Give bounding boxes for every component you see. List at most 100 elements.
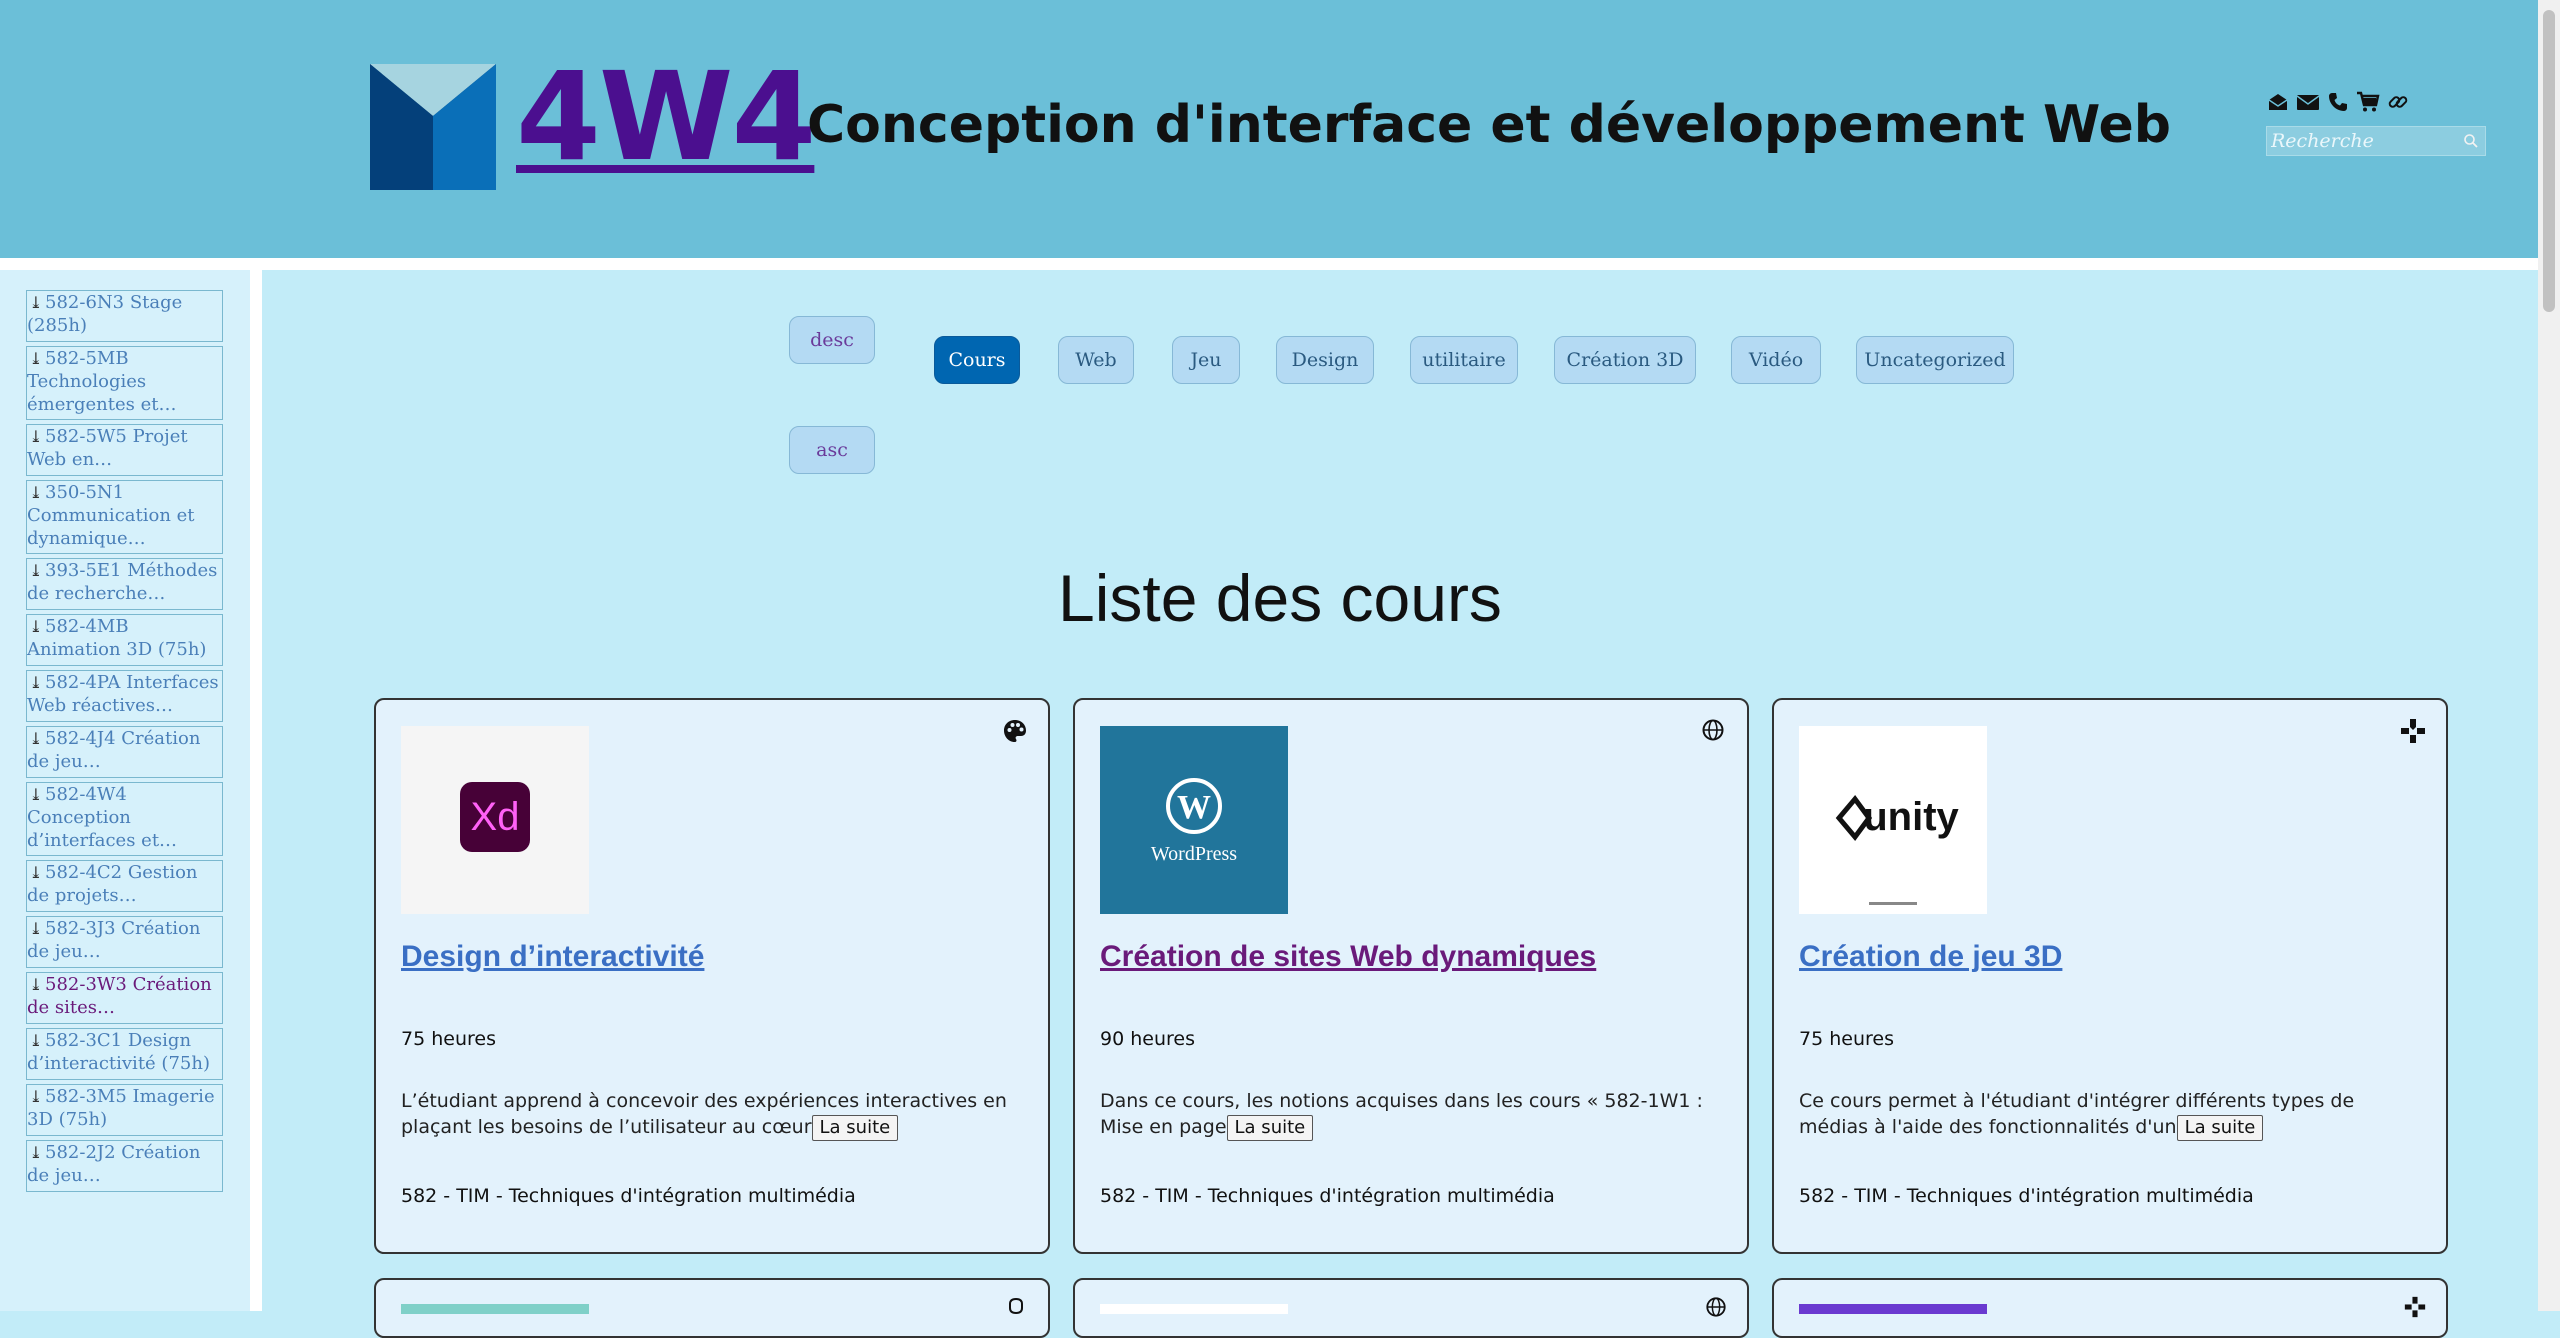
- globe-icon: [1705, 1296, 1727, 1318]
- download-icon: ⤓: [29, 863, 43, 882]
- category-video[interactable]: Vidéo: [1731, 336, 1821, 384]
- site-header: 4W4 Conception d'interface et développem…: [0, 0, 2538, 258]
- link-icon[interactable]: [2386, 90, 2410, 114]
- download-icon: ⤓: [29, 729, 43, 748]
- sidebar-item-label: 582-4C2 Gestion de projets…: [27, 862, 198, 906]
- sidebar-item-350-5n1[interactable]: ⤓ 350-5N1 Communication et dynamique…: [26, 480, 223, 554]
- wordpress-logo: W WordPress: [1100, 726, 1288, 914]
- course-thumbnail: [1799, 1304, 1987, 1314]
- excerpt-text: L’étudiant apprend à concevoir des expér…: [401, 1090, 1007, 1138]
- category-design[interactable]: Design: [1276, 336, 1374, 384]
- download-icon: ⤓: [29, 1143, 43, 1162]
- sidebar-item-582-3j3[interactable]: ⤓ 582-3J3 Création de jeu…: [26, 916, 223, 968]
- course-card: Xd Design d’interactivité 75 heures L’ét…: [374, 698, 1050, 1254]
- logo-mark-icon[interactable]: [370, 64, 496, 190]
- svg-text:W: W: [1177, 789, 1211, 826]
- download-icon: ⤓: [29, 349, 43, 368]
- cart-icon[interactable]: [2356, 90, 2380, 114]
- page-scrollbar[interactable]: [2538, 0, 2560, 1311]
- course-excerpt: Ce cours permet à l'étudiant d'intégrer …: [1799, 1088, 2409, 1141]
- sidebar-item-label: 582-3W3 Création de sites…: [27, 974, 212, 1018]
- sidebar-item-582-4pa[interactable]: ⤓ 582-4PA Interfaces Web réactives…: [26, 670, 223, 722]
- course-title-link[interactable]: Design d’interactivité: [401, 940, 704, 974]
- sidebar-item-582-6n3[interactable]: ⤓ 582-6N3 Stage (285h): [26, 290, 223, 342]
- course-excerpt: L’étudiant apprend à concevoir des expér…: [401, 1088, 1011, 1141]
- download-icon: ⤓: [29, 293, 43, 312]
- site-logo-link[interactable]: 4W4: [516, 52, 816, 182]
- read-more-button[interactable]: La suite: [811, 1114, 899, 1141]
- sidebar-item-label: 582-6N3 Stage (285h): [27, 292, 183, 336]
- category-cours[interactable]: Cours: [934, 336, 1020, 384]
- category-web[interactable]: Web: [1058, 336, 1134, 384]
- course-card-partial: [1073, 1278, 1749, 1338]
- sidebar-item-582-3c1[interactable]: ⤓ 582-3C1 Design d’interactivité (75h): [26, 1028, 223, 1080]
- category-utilitaire[interactable]: utilitaire: [1410, 336, 1518, 384]
- sidebar-item-582-4j4[interactable]: ⤓ 582-4J4 Création de jeu…: [26, 726, 223, 778]
- sidebar-divider: [250, 258, 262, 1311]
- category-creation-3d[interactable]: Création 3D: [1554, 336, 1696, 384]
- sidebar-item-label: 582-4J4 Création de jeu…: [27, 728, 201, 772]
- course-thumbnail: [401, 1304, 589, 1314]
- sidebar-item-582-4c2[interactable]: ⤓ 582-4C2 Gestion de projets…: [26, 860, 223, 912]
- download-icon: ⤓: [29, 483, 43, 502]
- search-box: [2266, 126, 2486, 156]
- sidebar-item-label: 582-3J3 Création de jeu…: [27, 918, 201, 962]
- course-card: unity Création de jeu 3D 75 heures Ce co…: [1772, 698, 2448, 1254]
- sidebar-item-label: 582-3M5 Imagerie 3D (75h): [27, 1086, 215, 1130]
- sidebar-item-label: 582-2J2 Création de jeu…: [27, 1142, 201, 1186]
- gamepad-icon: [2404, 1296, 2426, 1318]
- envelope-icon[interactable]: [2296, 90, 2320, 114]
- course-hours: 90 heures: [1100, 1028, 1195, 1050]
- sidebar-item-label: 582-5W5 Projet Web en…: [27, 426, 188, 470]
- sidebar-item-582-4w4[interactable]: ⤓ 582-4W4 Conception d’interfaces et…: [26, 782, 223, 856]
- wordpress-logo-text: WordPress: [1151, 843, 1237, 865]
- course-program: 582 - TIM - Techniques d'intégration mul…: [401, 1185, 856, 1207]
- download-icon: ⤓: [29, 785, 43, 804]
- header-icon-bar: [2266, 90, 2410, 114]
- download-icon: ⤓: [29, 427, 43, 446]
- search-input[interactable]: [2271, 129, 2451, 153]
- scrollbar-thumb[interactable]: [2543, 10, 2555, 312]
- course-card: W WordPress Création de sites Web dynami…: [1073, 698, 1749, 1254]
- sidebar-item-label: 582-4PA Interfaces Web réactives…: [27, 672, 219, 716]
- gamepad-icon: [2400, 718, 2426, 744]
- course-program: 582 - TIM - Techniques d'intégration mul…: [1799, 1185, 2254, 1207]
- unity-logo: unity: [1799, 726, 1987, 914]
- sidebar-item-582-3m5[interactable]: ⤓ 582-3M5 Imagerie 3D (75h): [26, 1084, 223, 1136]
- course-title-link[interactable]: Création de jeu 3D: [1799, 940, 2062, 974]
- course-thumbnail: [1100, 1304, 1288, 1314]
- sort-desc-button[interactable]: desc: [789, 316, 875, 364]
- sidebar-item-label: 582-3C1 Design d’interactivité (75h): [27, 1030, 210, 1074]
- sidebar-item-582-2j2[interactable]: ⤓ 582-2J2 Création de jeu…: [26, 1140, 223, 1192]
- envelope-open-icon[interactable]: [2266, 90, 2290, 114]
- category-jeu[interactable]: Jeu: [1172, 336, 1240, 384]
- excerpt-text: Ce cours permet à l'étudiant d'intégrer …: [1799, 1090, 2355, 1138]
- sidebar-item-label: 582-4W4 Conception d’interfaces et…: [27, 784, 178, 851]
- course-hours: 75 heures: [1799, 1028, 1894, 1050]
- sidebar-item-label: 582-5MB Technologies émergentes et…: [27, 348, 177, 415]
- read-more-button[interactable]: La suite: [2176, 1114, 2264, 1141]
- course-hours: 75 heures: [401, 1028, 496, 1050]
- sort-asc-button[interactable]: asc: [789, 426, 875, 474]
- globe-icon: [1701, 718, 1727, 744]
- phone-icon[interactable]: [2326, 90, 2350, 114]
- download-icon: ⤓: [29, 919, 43, 938]
- course-card-partial: [374, 1278, 1050, 1338]
- header-divider: [0, 258, 2538, 270]
- sidebar-item-582-5w5[interactable]: ⤓ 582-5W5 Projet Web en…: [26, 424, 223, 476]
- excerpt-text: Dans ce cours, les notions acquises dans…: [1100, 1090, 1703, 1138]
- palette-icon: [1002, 718, 1028, 744]
- site-description: Conception d'interface et développement …: [807, 95, 2171, 155]
- sidebar-item-label: 350-5N1 Communication et dynamique…: [27, 482, 195, 549]
- download-icon: ⤓: [29, 1087, 43, 1106]
- page-title: Liste des cours: [1058, 561, 1502, 635]
- course-title-link[interactable]: Création de sites Web dynamiques: [1100, 940, 1596, 974]
- sidebar-item-582-3w3[interactable]: ⤓ 582-3W3 Création de sites…: [26, 972, 223, 1024]
- xd-logo-text: Xd: [471, 795, 520, 839]
- course-card-partial: [1772, 1278, 2448, 1338]
- course-program: 582 - TIM - Techniques d'intégration mul…: [1100, 1185, 1555, 1207]
- category-uncategorized[interactable]: Uncategorized: [1856, 336, 2014, 384]
- read-more-button[interactable]: La suite: [1226, 1114, 1314, 1141]
- search-icon[interactable]: [2463, 133, 2479, 153]
- sidebar-item-582-5mb[interactable]: ⤓ 582-5MB Technologies émergentes et…: [26, 346, 223, 420]
